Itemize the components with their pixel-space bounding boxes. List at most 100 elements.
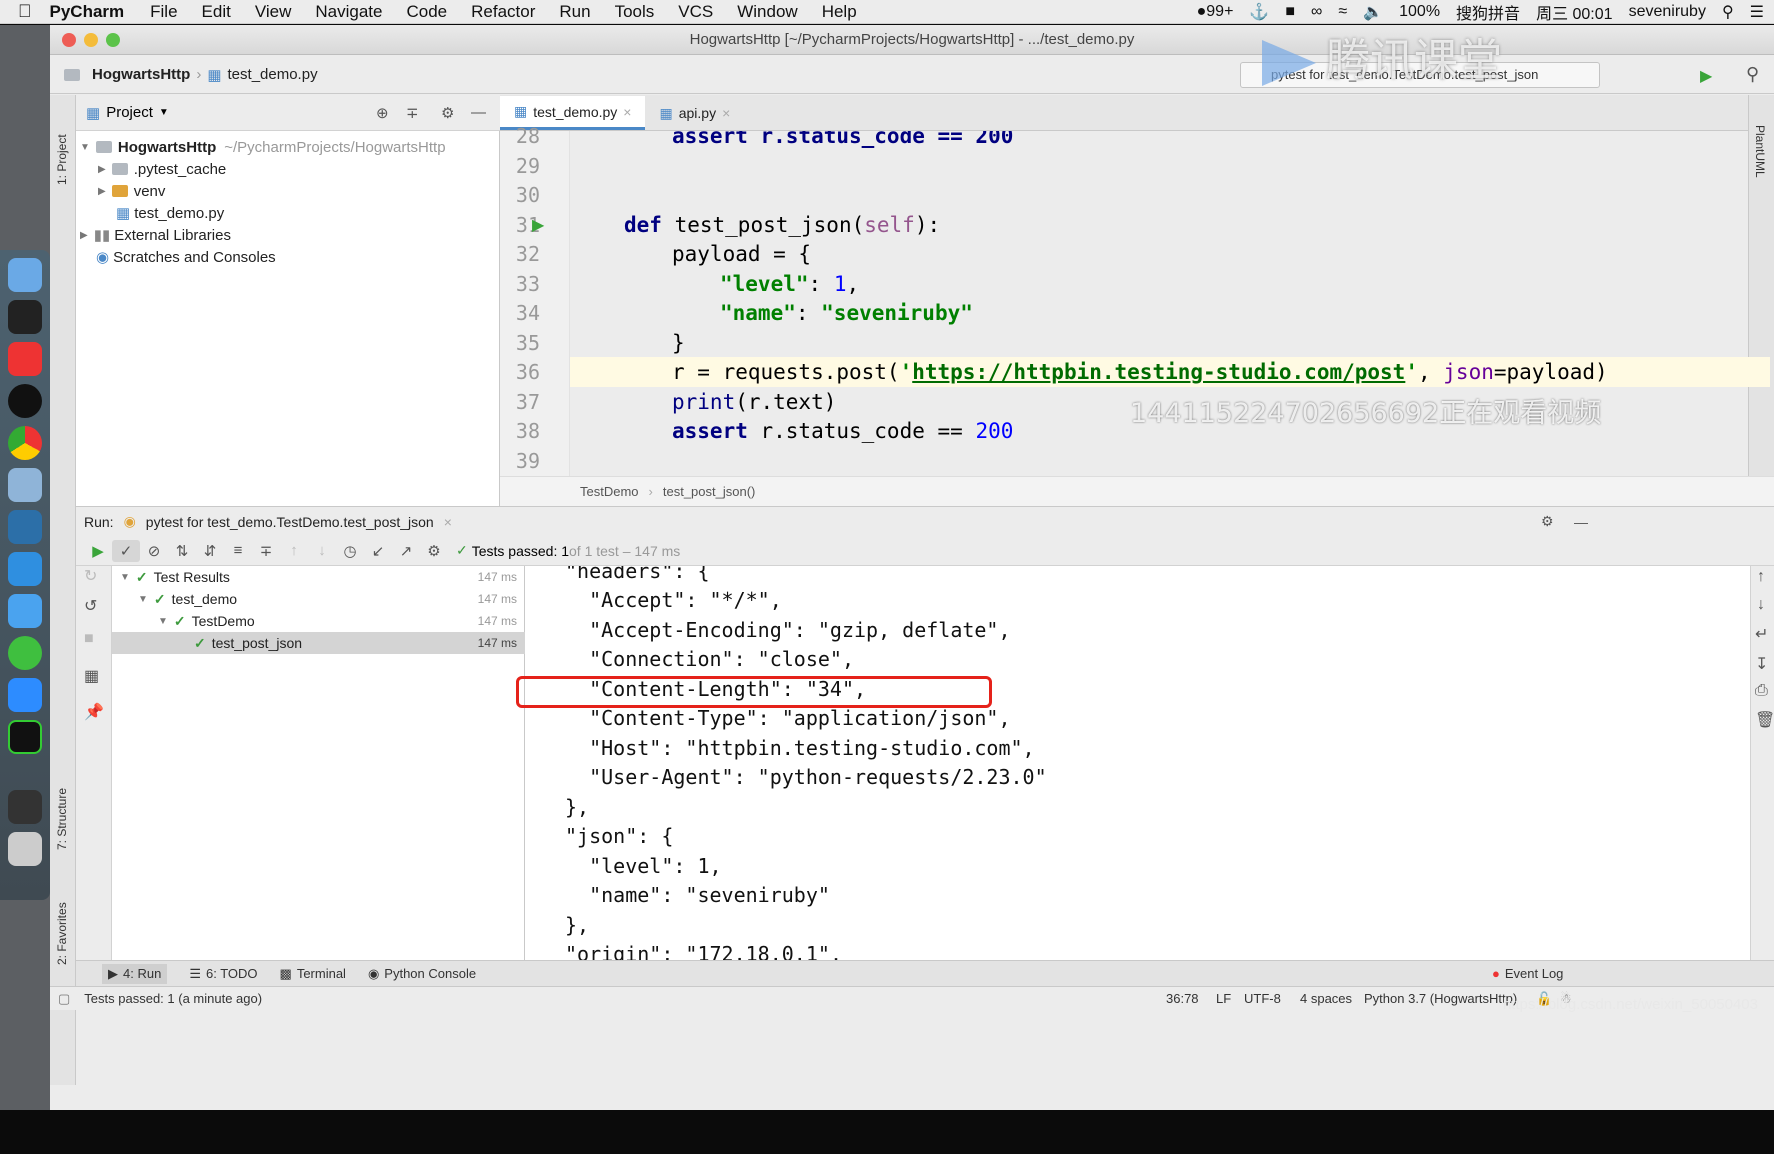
search-icon[interactable]: ⚲ [1746,64,1759,85]
docker-icon[interactable]: ⚓ [1249,2,1269,22]
show-ignored-icon[interactable]: ⊘ [140,540,168,562]
menu-tools[interactable]: Tools [615,2,655,22]
qq-penguin-icon[interactable] [8,384,42,418]
scroll-down-icon[interactable]: ↓ [1757,596,1765,614]
pycharm-icon[interactable] [8,720,42,754]
gear-icon[interactable]: ⚙ [441,104,454,122]
event-log-button[interactable]: ● Event Log [1492,966,1563,981]
menu-vcs[interactable]: VCS [678,2,713,22]
tree-item-test-demo[interactable]: ▦ test_demo.py [76,201,500,225]
user-name[interactable]: seveniruby [1629,3,1706,21]
prev-failed-icon[interactable]: ↑ [280,540,308,562]
tencent-classroom-icon[interactable] [8,594,42,628]
menu-edit[interactable]: Edit [202,2,231,22]
minimize-window-button[interactable] [84,33,98,47]
volume-icon[interactable]: 🔈 [1363,2,1383,22]
nav-project[interactable]: HogwartsHttp [92,66,190,83]
tool-tab-todo[interactable]: ☰ 6: TODO [189,966,257,982]
collapse-all-icon[interactable]: ∓ [406,104,419,122]
keynote-icon[interactable] [8,468,42,502]
result-row-test[interactable]: ✓ test_post_json 147 ms [112,632,525,654]
preview-icon[interactable] [8,510,42,544]
line-separator[interactable]: LF [1216,991,1231,1006]
battery-text[interactable]: 100% [1399,3,1440,21]
hide-panel-icon[interactable]: — [1574,514,1588,530]
favorites-tool-tab[interactable]: 2: Favorites [55,902,69,965]
qq-dock-icon[interactable] [8,342,42,376]
qq-icon[interactable]: ●99+ [1197,3,1234,21]
chrome-icon[interactable] [8,426,42,460]
structure-tool-tab[interactable]: 7: Structure [55,788,69,850]
settings-icon[interactable]: ⚙ [420,540,448,562]
zoom-icon[interactable] [8,678,42,712]
trash-icon[interactable]: 🗑 [1755,710,1774,730]
show-passed-icon[interactable]: ✓ [112,539,140,562]
tool-tab-terminal[interactable]: ▩ Terminal [280,966,346,982]
status-toggle-icon[interactable]: ▢ [58,991,70,1007]
wechat-icon[interactable] [8,636,42,670]
breadcrumb-method[interactable]: test_post_json() [663,484,756,499]
close-tab-icon[interactable]: × [444,514,452,530]
scroll-to-end-icon[interactable]: ↧ [1755,654,1768,674]
collapse-all-icon[interactable]: ∓ [252,540,280,562]
tool-tab-run[interactable]: ▶ 4: Run [102,963,168,984]
nav-file[interactable]: test_demo.py [228,66,318,83]
expand-arrow-icon[interactable]: ▶ [98,186,106,197]
terminal-icon[interactable] [8,300,42,334]
import-icon[interactable]: ↙ [364,540,392,562]
scroll-up-icon[interactable]: ↑ [1757,568,1765,586]
menu-window[interactable]: Window [737,2,797,22]
result-row-class[interactable]: ▼ ✓ TestDemo 147 ms [112,610,525,632]
tool-tab-python-console[interactable]: ◉ Python Console [368,966,476,982]
vscode-icon[interactable] [8,552,42,586]
pin-icon[interactable]: 📌 [84,702,104,722]
print-icon[interactable]: ⎙ [1755,682,1768,700]
apk-icon[interactable] [8,790,42,824]
history-icon[interactable]: ◷ [336,540,364,562]
rerun-icon[interactable]: ▶ [84,540,112,562]
clock[interactable]: 周三 00:01 [1536,0,1613,24]
glasses-icon[interactable]: ∞ [1311,3,1322,21]
tree-item-pytest-cache[interactable]: ▶ .pytest_cache [76,157,500,181]
tree-item-scratches[interactable]: ◉ Scratches and Consoles [76,245,500,269]
box-icon[interactable]: ■ [1285,3,1295,21]
close-tab-icon[interactable]: × [722,105,730,121]
sort-alpha-icon[interactable]: ⇅ [168,540,196,562]
gear-icon[interactable]: ⚙ [1541,513,1554,530]
run-console[interactable]: "headers": { "Accept": "*/*", "Accept-En… [525,566,1750,960]
expand-arrow-icon[interactable]: ▼ [158,616,168,627]
run-test-gutter-icon[interactable]: ▶ [532,215,544,235]
toggle-autotest-icon[interactable]: ↺ [84,596,97,616]
result-row-module[interactable]: ▼ ✓ test_demo 147 ms [112,588,525,610]
close-tab-icon[interactable]: × [623,104,631,120]
tree-item-root[interactable]: ▼ HogwartsHttp ~/PycharmProjects/Hogwart… [76,135,500,159]
result-row-root[interactable]: ▼ ✓ Test Results 147 ms [112,566,525,588]
expand-all-icon[interactable]: ≡ [224,540,252,562]
expand-arrow-icon[interactable]: ▼ [138,594,148,605]
app-menu[interactable]: PyCharm [50,2,125,22]
trash-icon[interactable] [8,832,42,866]
menu-file[interactable]: File [150,2,177,22]
chevron-down-icon[interactable]: ▼ [159,107,169,118]
hide-panel-icon[interactable]: — [471,104,486,121]
status-message[interactable]: Tests passed: 1 (a minute ago) [84,991,262,1006]
wifi-icon[interactable]: ≈ [1338,3,1347,21]
expand-arrow-icon[interactable]: ▼ [120,572,130,583]
input-method[interactable]: 搜狗拼音 [1456,0,1520,24]
expand-arrow-icon[interactable]: ▶ [98,164,106,175]
apple-icon[interactable]:  [18,1,32,22]
indent-setting[interactable]: 4 spaces [1300,991,1352,1006]
code-url[interactable]: https://httpbin.testing-studio.com/post [912,360,1405,384]
project-view-select[interactable]: Project [106,104,153,121]
interpreter[interactable]: Python 3.7 (HogwartsHttp) [1364,991,1517,1006]
close-window-button[interactable] [62,33,76,47]
file-encoding[interactable]: UTF-8 [1244,991,1281,1006]
tree-item-venv[interactable]: ▶ venv [76,179,500,203]
menu-navigate[interactable]: Navigate [315,2,382,22]
stop-icon[interactable]: ■ [84,630,94,648]
zoom-window-button[interactable] [106,33,120,47]
expand-arrow-icon[interactable]: ▶ [80,230,88,241]
menu-help[interactable]: Help [822,2,857,22]
sort-duration-icon[interactable]: ⇵ [196,540,224,562]
caret-position[interactable]: 36:78 [1166,991,1199,1006]
